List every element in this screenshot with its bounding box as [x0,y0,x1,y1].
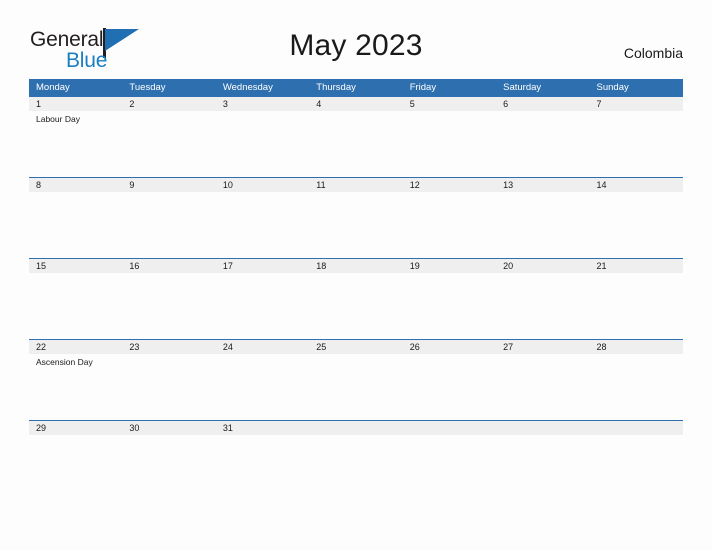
day-number[interactable]: 16 [122,259,215,273]
weekday-saturday: Saturday [503,82,542,93]
day-event [122,192,215,258]
day-event [216,354,309,420]
day-number[interactable]: 28 [590,340,683,354]
day-event [216,435,309,449]
day-number[interactable]: 11 [309,178,402,192]
day-event [309,192,402,258]
day-number[interactable]: 29 [29,421,122,435]
day-event [122,354,215,420]
day-event [403,273,496,339]
day-number[interactable]: 12 [403,178,496,192]
weekday-wednesday: Wednesday [222,82,273,93]
day-number[interactable]: 7 [590,97,683,111]
day-number-empty [309,421,402,435]
day-number[interactable]: 2 [122,97,215,111]
day-event [403,435,496,449]
calendar-grid: Monday Tuesday Wednesday Thursday Friday… [29,79,683,449]
day-event [29,192,122,258]
day-number[interactable]: 14 [590,178,683,192]
week-event-band [29,435,683,449]
day-number-empty [403,421,496,435]
week-date-band: 15 16 17 18 19 20 21 [29,259,683,273]
day-number[interactable]: 15 [29,259,122,273]
day-number[interactable]: 8 [29,178,122,192]
day-event [122,435,215,449]
calendar-week-row: 8 9 10 11 12 13 14 [29,177,683,258]
weekday-friday: Friday [409,82,437,93]
day-event [216,192,309,258]
day-event [29,435,122,449]
day-number[interactable]: 26 [403,340,496,354]
day-number[interactable]: 13 [496,178,589,192]
calendar-week-row: 15 16 17 18 19 20 21 [29,258,683,339]
day-number[interactable]: 17 [216,259,309,273]
day-number[interactable]: 3 [216,97,309,111]
day-event [590,273,683,339]
country-label: Colombia [623,45,683,61]
week-event-band: Labour Day [29,111,683,177]
week-event-band [29,192,683,258]
day-event [309,111,402,177]
day-event [590,435,683,449]
weekday-thursday: Thursday [316,82,356,93]
day-number[interactable]: 30 [122,421,215,435]
day-number[interactable]: 21 [590,259,683,273]
day-event [590,192,683,258]
day-event [216,273,309,339]
day-number[interactable]: 24 [216,340,309,354]
day-event [216,111,309,177]
week-event-band [29,273,683,339]
day-number[interactable]: 20 [496,259,589,273]
day-event [309,273,402,339]
day-number[interactable]: 22 [29,340,122,354]
day-number[interactable]: 10 [216,178,309,192]
calendar-week-row: 29 30 31 [29,420,683,449]
day-event [309,354,402,420]
day-number[interactable]: 18 [309,259,402,273]
page-title: May 2023 [289,29,423,62]
day-event [403,192,496,258]
day-event [309,435,402,449]
day-event [122,111,215,177]
calendar-week-row: 22 23 24 25 26 27 28 Ascension Day [29,339,683,420]
day-number-empty [590,421,683,435]
week-date-band: 1 2 3 4 5 6 7 [29,97,683,111]
day-event [496,111,589,177]
weekday-tuesday: Tuesday [129,82,166,93]
weekday-sunday: Sunday [596,82,629,93]
day-number[interactable]: 23 [122,340,215,354]
day-event [496,435,589,449]
day-number[interactable]: 5 [403,97,496,111]
day-event: Ascension Day [36,357,93,367]
day-number[interactable]: 19 [403,259,496,273]
day-event [590,111,683,177]
day-event [496,273,589,339]
day-number[interactable]: 6 [496,97,589,111]
day-number[interactable]: 31 [216,421,309,435]
calendar-weekday-header: Monday Tuesday Wednesday Thursday Friday… [29,79,683,96]
day-number[interactable]: 27 [496,340,589,354]
day-number[interactable]: 9 [122,178,215,192]
weekday-monday: Monday [36,82,70,93]
day-event [496,354,589,420]
day-number[interactable]: 25 [309,340,402,354]
day-event [403,354,496,420]
day-number[interactable]: 4 [309,97,402,111]
day-event: Labour Day [36,114,80,124]
week-date-band: 8 9 10 11 12 13 14 [29,178,683,192]
week-date-band: 29 30 31 [29,421,683,435]
day-number[interactable]: 1 [29,97,122,111]
day-event [496,192,589,258]
day-event [29,273,122,339]
week-date-band: 22 23 24 25 26 27 28 [29,340,683,354]
day-event [403,111,496,177]
day-number-empty [496,421,589,435]
calendar-week-row: 1 2 3 4 5 6 7 Labour Day [29,96,683,177]
page-header: General Blue May 2023 Colombia [0,0,712,79]
day-event [590,354,683,420]
day-event [122,273,215,339]
week-event-band: Ascension Day [29,354,683,420]
